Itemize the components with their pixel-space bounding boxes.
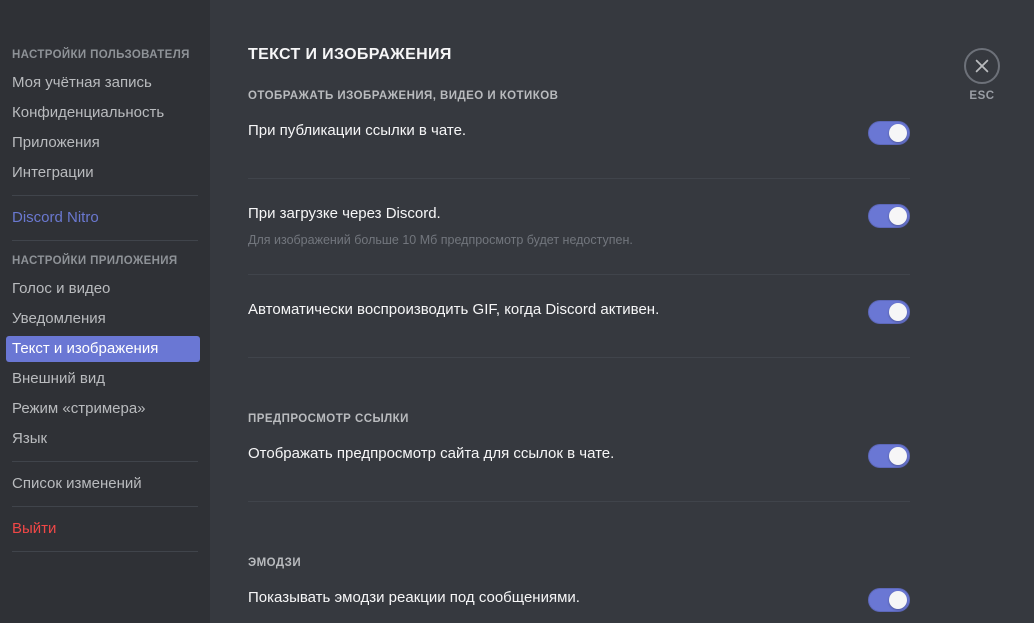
sidebar-item-текст-и-изображения[interactable]: Текст и изображения (6, 336, 200, 362)
setting-row: Автоматически воспроизводить GIF, когда … (248, 300, 910, 332)
settings-group-title: ЭМОДЗИ (248, 557, 302, 569)
toggle-knob (889, 303, 907, 321)
settings-window: НАСТРОЙКИ ПОЛЬЗОВАТЕЛЯ Моя учётная запись… (0, 0, 1034, 623)
settings-groups: ОТОБРАЖАТЬ ИЗОБРАЖЕНИЯ, ВИДЕО И КОТИКОВ П… (248, 90, 910, 623)
row-divider (248, 178, 910, 179)
sidebar-item-список-изменений[interactable]: Список изменений (6, 471, 200, 497)
sidebar-section-header: НАСТРОЙКИ ПОЛЬЗОВАТЕЛЯ (12, 49, 190, 61)
sidebar-item-уведомления[interactable]: Уведомления (6, 306, 200, 332)
sidebar-item-голос-и-видео[interactable]: Голос и видео (6, 276, 200, 302)
settings-sidebar: НАСТРОЙКИ ПОЛЬЗОВАТЕЛЯ Моя учётная запись… (0, 0, 210, 623)
close-x-icon[interactable] (964, 48, 1000, 84)
setting-note: Для изображений больше 10 Мб предпросмот… (248, 233, 633, 247)
esc-label: ESC (969, 90, 995, 102)
sidebar-item-язык[interactable]: Язык (6, 426, 200, 452)
sidebar-item-интеграции[interactable]: Интеграции (6, 160, 200, 186)
group-divider (248, 501, 910, 502)
setting-row: Показывать эмодзи реакции под сообщениям… (248, 588, 910, 620)
setting-toggle[interactable] (868, 588, 910, 612)
sidebar-item-режим-стримера[interactable]: Режим «стримера» (6, 396, 200, 422)
sidebar-item-приложения[interactable]: Приложения (6, 130, 200, 156)
setting-toggle[interactable] (868, 300, 910, 324)
setting-label: Отображать предпросмотр сайта для ссылок… (248, 445, 615, 462)
setting-label: Автоматически воспроизводить GIF, когда … (248, 301, 660, 318)
settings-main-panel: ТЕКСТ И ИЗОБРАЖЕНИЯ ОТОБРАЖАТЬ ИЗОБРАЖЕН… (210, 0, 1034, 623)
setting-label: При публикации ссылки в чате. (248, 122, 467, 139)
sidebar-item-моя-учётная-запись[interactable]: Моя учётная запись (6, 70, 200, 96)
toggle-knob (889, 447, 907, 465)
setting-toggle[interactable] (868, 444, 910, 468)
settings-content: ТЕКСТ И ИЗОБРАЖЕНИЯ ОТОБРАЖАТЬ ИЗОБРАЖЕН… (248, 0, 910, 623)
setting-label: Показывать эмодзи реакции под сообщениям… (248, 589, 580, 606)
setting-row: При публикации ссылки в чате. (248, 121, 910, 153)
setting-label: При загрузке через Discord. (248, 205, 441, 222)
toggle-knob (889, 207, 907, 225)
sidebar-divider (12, 506, 198, 507)
sidebar-item-внешний-вид[interactable]: Внешний вид (6, 366, 200, 392)
settings-group-title: ОТОБРАЖАТЬ ИЗОБРАЖЕНИЯ, ВИДЕО И КОТИКОВ (248, 90, 559, 102)
row-divider (248, 274, 910, 275)
toggle-knob (889, 591, 907, 609)
sidebar-item-discord-nitro[interactable]: Discord Nitro (6, 205, 200, 231)
group-divider (248, 357, 910, 358)
sidebar-section-header: НАСТРОЙКИ ПРИЛОЖЕНИЯ (12, 255, 178, 267)
page-title: ТЕКСТ И ИЗОБРАЖЕНИЯ (248, 46, 452, 63)
close-settings-button[interactable]: ESC (956, 48, 1008, 102)
sidebar-item-конфиденциальность[interactable]: Конфиденциальность (6, 100, 200, 126)
sidebar-item-выйти[interactable]: Выйти (6, 516, 200, 542)
sidebar-divider (12, 461, 198, 462)
setting-toggle[interactable] (868, 204, 910, 228)
toggle-knob (889, 124, 907, 142)
sidebar-divider (12, 195, 198, 196)
setting-row: Отображать предпросмотр сайта для ссылок… (248, 444, 910, 476)
setting-toggle[interactable] (868, 121, 910, 145)
sidebar-divider (12, 240, 198, 241)
sidebar-divider (12, 551, 198, 552)
setting-row: При загрузке через Discord. Для изображен… (248, 204, 910, 249)
settings-group-title: ПРЕДПРОСМОТР ССЫЛКИ (248, 413, 409, 425)
